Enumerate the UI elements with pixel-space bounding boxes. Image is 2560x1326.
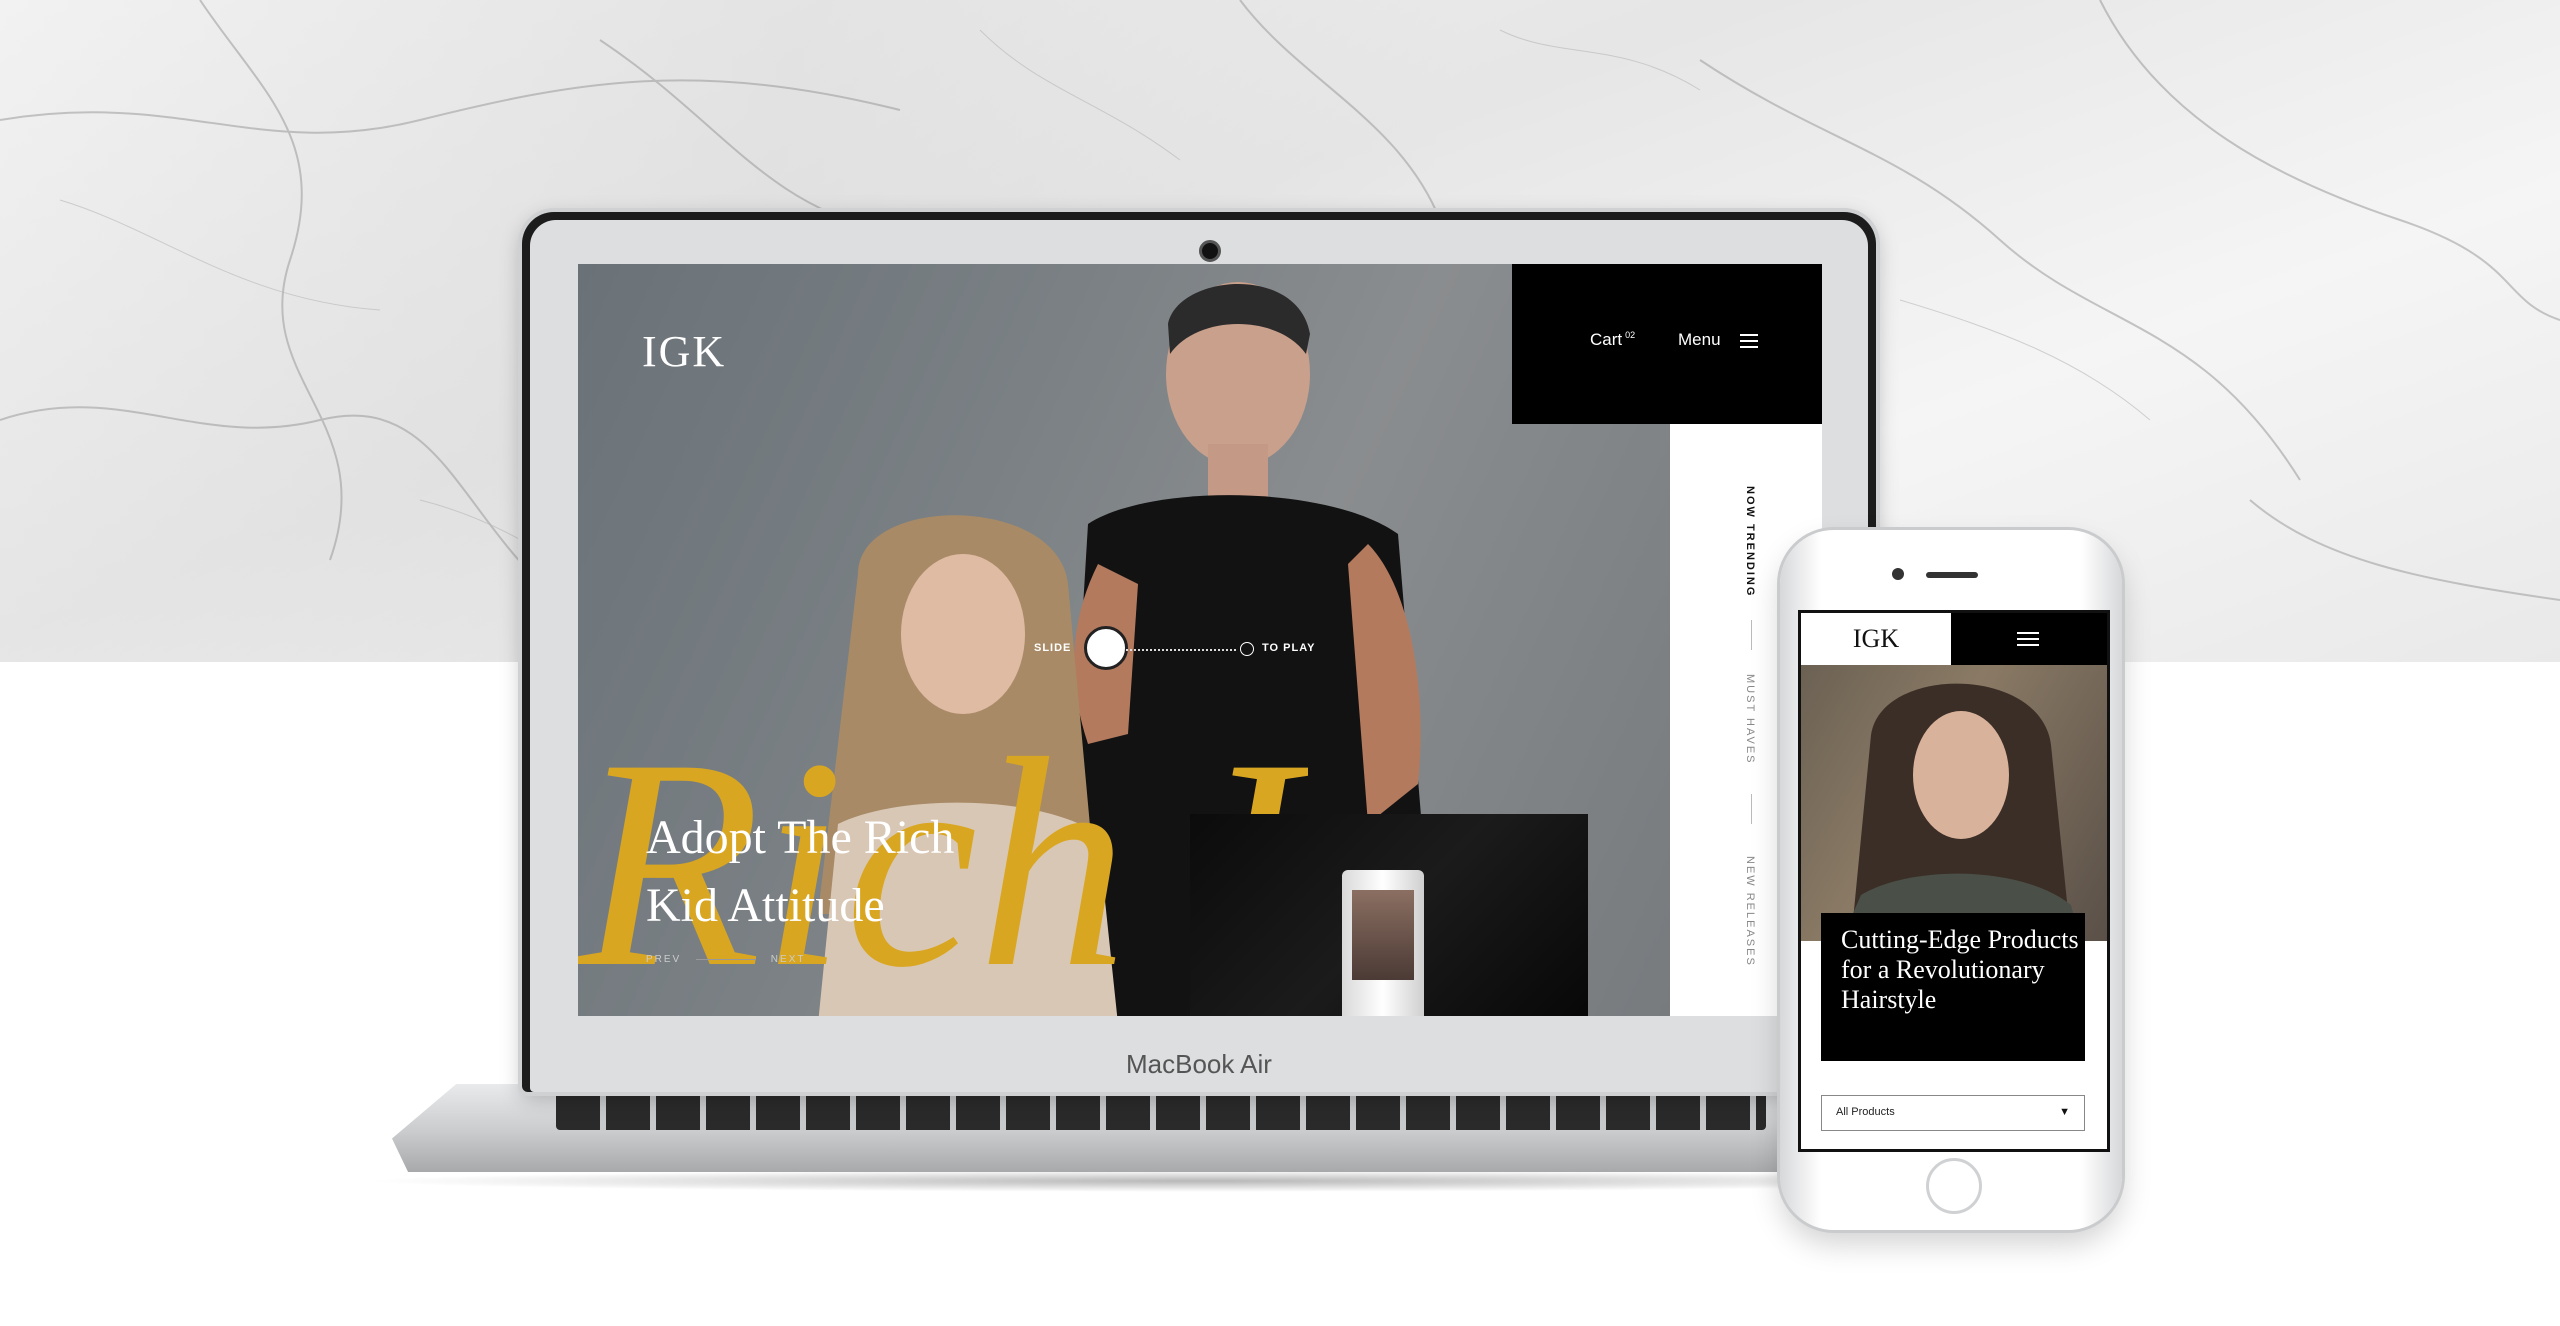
- phone-hero-photo: [1801, 665, 2107, 941]
- hero-pagination: PREV NEXT: [646, 954, 805, 965]
- rail-now-trending[interactable]: NOW TRENDING: [1744, 486, 1756, 597]
- hero-title-line1: Adopt The Rich: [646, 811, 955, 864]
- webcam-icon: [1199, 240, 1221, 262]
- filter-selected-value: All Products: [1836, 1106, 1895, 1118]
- product-label-image: [1352, 890, 1414, 980]
- phone-speaker: [1926, 572, 1978, 578]
- featured-product-card[interactable]: [1190, 814, 1588, 1016]
- slide-to-play: SLIDE TO PLAY: [1034, 626, 1344, 670]
- product-filter-select[interactable]: All Products ▼: [1821, 1095, 2085, 1131]
- play-icon[interactable]: [1240, 642, 1254, 656]
- cart-label: Cart: [1590, 330, 1623, 349]
- rail-must-haves[interactable]: MUST HAVES: [1744, 674, 1756, 765]
- rail-new-releases[interactable]: NEW RELEASES: [1744, 856, 1756, 967]
- phone-card-title: Cutting-Edge Products for a Revolutionar…: [1841, 925, 2079, 1014]
- slider-handle[interactable]: [1084, 626, 1128, 670]
- phone-menu-button[interactable]: [1951, 613, 2107, 665]
- prev-link[interactable]: PREV: [646, 954, 681, 965]
- rail-divider: [1751, 794, 1752, 824]
- hamburger-icon[interactable]: [2017, 632, 2039, 648]
- site-logo[interactable]: IGK: [642, 326, 726, 377]
- product-tube-image: [1342, 870, 1424, 1016]
- pagination-divider: [696, 958, 757, 960]
- phone-model-photo: [1841, 683, 2081, 941]
- hamburger-icon[interactable]: [1740, 334, 1758, 348]
- phone-device: IGK Cutting-Edge Products for a Revoluti…: [1780, 530, 2122, 1230]
- front-camera-icon: [1892, 568, 1904, 580]
- slide-label: SLIDE: [1034, 642, 1072, 654]
- laptop-keyboard: [556, 1092, 1766, 1130]
- hero-title-line2: Kid Attitude: [646, 879, 885, 932]
- play-label: TO PLAY: [1262, 642, 1316, 654]
- phone-screen: IGK Cutting-Edge Products for a Revoluti…: [1798, 610, 2110, 1152]
- phone-hero-card: Cutting-Edge Products for a Revolutionar…: [1821, 913, 2085, 1061]
- phone-header: IGK: [1801, 613, 2107, 665]
- laptop-screen: Rich Kid IGK Cart02 Menu NOW TRENDING MU…: [578, 264, 1822, 1016]
- next-link[interactable]: NEXT: [771, 954, 806, 965]
- chevron-down-icon: ▼: [2059, 1106, 2070, 1118]
- slider-track: [1126, 649, 1236, 651]
- cart-count-badge: 02: [1625, 330, 1636, 341]
- laptop-brand-label: MacBook Air: [1126, 1049, 1272, 1079]
- menu-link[interactable]: Menu: [1678, 330, 1721, 350]
- nav-bar: Cart 02 Menu: [1512, 264, 1822, 424]
- rail-divider: [1751, 620, 1752, 650]
- phone-site-logo[interactable]: IGK: [1801, 613, 1951, 665]
- hero-title: Adopt The Rich Kid Attitude: [646, 804, 1066, 940]
- cart-link[interactable]: Cart 02: [1590, 330, 1635, 350]
- home-button[interactable]: [1926, 1158, 1982, 1214]
